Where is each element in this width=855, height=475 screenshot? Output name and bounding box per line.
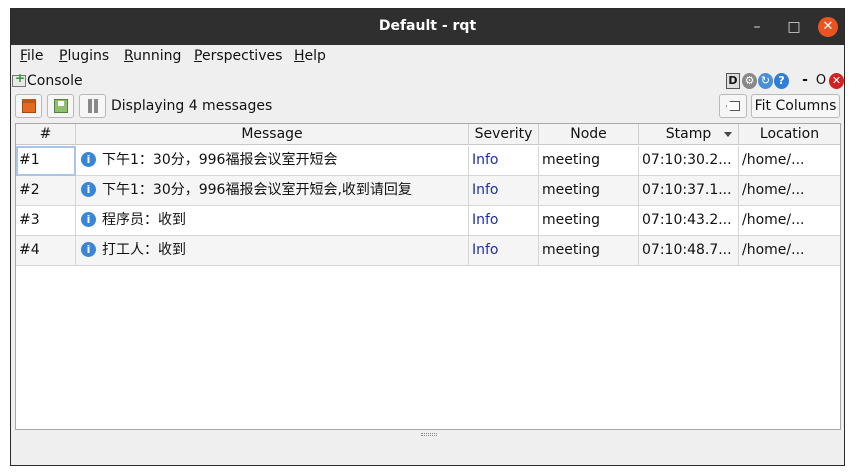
pause-button[interactable] [79,94,106,118]
float-button[interactable]: O [815,73,827,89]
row-location[interactable]: /home/... [739,206,840,236]
row-message[interactable]: i 程序员：收到 [76,206,469,236]
window-title: Default - rqt [378,18,477,34]
title-bar[interactable]: Default - rqt – □ ✕ [11,9,844,45]
menu-file[interactable]: File [20,48,43,64]
column-header-severity[interactable]: Severity [469,124,539,145]
menu-bar: File Plugins Running Perspectives Help [11,45,844,69]
row-stamp[interactable]: 07:10:37.1... [639,176,739,206]
column-header-node[interactable]: Node [539,124,639,145]
row-number[interactable]: #2 [16,176,76,206]
minimize-button[interactable]: – [747,17,767,37]
close-plugin-icon[interactable]: ✕ [829,73,844,89]
column-header-location[interactable]: Location [739,124,840,145]
info-icon: i [81,212,96,227]
message-text: 打工人：收到 [102,242,186,258]
row-node[interactable]: meeting [539,146,639,176]
row-node[interactable]: meeting [539,176,639,206]
row-severity[interactable]: Info [469,176,539,206]
row-node[interactable]: meeting [539,236,639,266]
row-severity[interactable]: Info [469,206,539,236]
table-header: # Message Severity Node Stamp Location [16,124,840,145]
maximize-button[interactable]: □ [784,17,804,37]
row-stamp[interactable]: 07:10:30.2... [639,146,739,176]
menu-plugins[interactable]: Plugins [59,48,109,64]
row-number[interactable]: #4 [16,236,76,266]
console-title: Console [27,73,83,89]
messages-table[interactable]: # Message Severity Node Stamp Location #… [15,123,841,430]
row-severity[interactable]: Info [469,236,539,266]
menu-running[interactable]: Running [124,48,181,64]
menu-help[interactable]: Help [294,48,326,64]
row-number[interactable]: #1 [16,146,76,176]
row-message[interactable]: i 下午1：30分，996福报会议室开短会,收到请回复 [76,176,469,206]
help-icon[interactable]: ? [774,73,789,89]
row-severity[interactable]: Info [469,146,539,176]
row-node[interactable]: meeting [539,206,639,236]
hide-title-button[interactable]: - [800,73,810,89]
column-header-stamp[interactable]: Stamp [639,124,739,145]
row-message[interactable]: i 打工人：收到 [76,236,469,266]
save-icon [54,99,68,113]
close-window-button[interactable]: ✕ [818,17,838,37]
column-header-number[interactable]: # [16,124,76,145]
table-row[interactable]: #3 i 程序员：收到 Info meeting 07:10:43.2... /h… [16,206,840,236]
row-number[interactable]: #3 [16,206,76,236]
pause-icon [88,99,98,113]
stamp-header-label: Stamp [665,126,712,142]
menu-perspectives[interactable]: Perspectives [194,48,282,64]
message-text: 下午1：30分，996福报会议室开短会 [102,152,338,168]
info-icon: i [81,152,96,167]
table-row[interactable]: #4 i 打工人：收到 Info meeting 07:10:48.7... /h… [16,236,840,266]
console-icon [12,71,26,87]
row-location[interactable]: /home/... [739,236,840,266]
folder-open-icon [22,99,36,113]
table-row[interactable]: #2 i 下午1：30分，996福报会议室开短会,收到请回复 Info meeti… [16,176,840,206]
reload-icon[interactable]: ↻ [758,73,773,89]
table-row[interactable]: #1 i 下午1：30分，996福报会议室开短会 Info meeting 07:… [16,146,840,176]
splitter-handle[interactable] [421,433,437,436]
save-button[interactable] [47,94,74,118]
message-text: 程序员：收到 [102,212,186,228]
clear-button[interactable] [719,94,747,118]
row-location[interactable]: /home/... [739,176,840,206]
message-text: 下午1：30分，996福报会议室开短会,收到请回复 [102,182,412,198]
column-header-message[interactable]: Message [76,124,469,145]
info-icon: i [81,182,96,197]
row-location[interactable]: /home/... [739,146,840,176]
row-stamp[interactable]: 07:10:43.2... [639,206,739,236]
clear-icon [726,101,740,111]
row-stamp[interactable]: 07:10:48.7... [639,236,739,266]
info-icon: i [81,242,96,257]
message-count-status: Displaying 4 messages [111,98,273,114]
load-button[interactable] [15,94,42,118]
d-button[interactable]: D [726,73,740,89]
row-message[interactable]: i 下午1：30分，996福报会议室开短会 [76,146,469,176]
fit-columns-button[interactable]: Fit Columns [751,94,840,118]
console-dock-header: Console D ⚙ ↻ ? - O ✕ [11,71,844,93]
sort-descending-icon [724,132,732,137]
rqt-window: Default - rqt – □ ✕ File Plugins Running… [10,8,845,466]
gear-icon[interactable]: ⚙ [742,73,757,89]
console-toolbar: Displaying 4 messages Fit Columns [11,93,844,121]
